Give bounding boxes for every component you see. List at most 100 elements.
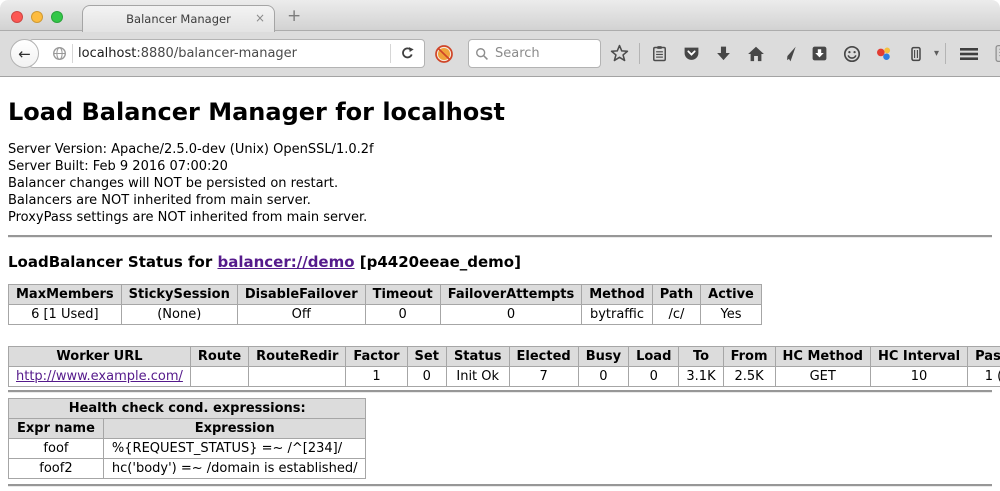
- inherit-notice-line: Balancers are NOT inherited from main se…: [8, 192, 992, 209]
- block-plugin-button[interactable]: [430, 40, 457, 67]
- balancer-settings-table: MaxMembers StickySession DisableFailover…: [8, 284, 762, 325]
- cell-elected: 7: [509, 367, 578, 387]
- download-icon: [715, 45, 732, 62]
- downloads-button[interactable]: [710, 40, 737, 67]
- search-bar[interactable]: [468, 39, 601, 68]
- send-icon: [779, 45, 797, 63]
- tab-balancer-manager[interactable]: Balancer Manager ×: [82, 5, 275, 32]
- table-header-row: Expr name Expression: [9, 419, 366, 439]
- col-failoverattempts: FailoverAttempts: [440, 285, 582, 305]
- cell-expression: %{REQUEST_STATUS} =~ /^[234]/: [103, 439, 366, 459]
- search-input[interactable]: [493, 45, 588, 62]
- worker-status-table: Worker URL Route RouteRedir Factor Set S…: [8, 346, 1000, 387]
- cell-route: [190, 367, 248, 387]
- new-tab-button[interactable]: +: [287, 6, 301, 26]
- traffic-lights: [11, 11, 63, 23]
- identity-separator: [72, 44, 73, 63]
- cell-failoverattempts: 0: [440, 305, 582, 325]
- toolbar-right-group: [944, 40, 1000, 67]
- cell-stickysession: (None): [121, 305, 237, 325]
- container-addon-button[interactable]: [902, 40, 929, 67]
- container-icon: [908, 46, 924, 62]
- overflow-caret-icon[interactable]: ▾: [934, 48, 939, 59]
- cell-passes: 1 (0): [968, 367, 1000, 387]
- persist-notice-line: Balancer changes will NOT be persisted o…: [8, 175, 992, 192]
- table-title-row: Health check cond. expressions:: [9, 399, 366, 419]
- col-expr-name: Expr name: [9, 419, 104, 439]
- navigation-toolbar: ← localhost:8880/balancer-manager: [0, 31, 1000, 77]
- balancer-status-heading: LoadBalancer Status for balancer://demo …: [8, 253, 992, 271]
- col-from: From: [723, 347, 775, 367]
- globe-icon: [52, 46, 67, 61]
- col-stickysession: StickySession: [121, 285, 237, 305]
- col-set: Set: [407, 347, 446, 367]
- status-prefix: LoadBalancer Status for: [8, 253, 212, 271]
- col-path: Path: [652, 285, 700, 305]
- pocket-button[interactable]: [678, 40, 705, 67]
- bookmark-star-button[interactable]: [606, 40, 633, 67]
- table-row: foof2 hc('body') =~ /domain is establish…: [9, 459, 366, 479]
- cell-method: bytraffic: [582, 305, 652, 325]
- cell-status: Init Ok: [446, 367, 509, 387]
- worker-url-link[interactable]: http://www.example.com/: [16, 369, 183, 384]
- back-icon: ←: [18, 45, 31, 63]
- colordots-addon-icon: [875, 45, 893, 63]
- status-badge: [p4420eeae_demo]: [360, 253, 521, 271]
- cell-routeredir: [249, 367, 346, 387]
- browser-window: Balancer Manager × + ← localhost:8880/ba…: [0, 0, 1000, 491]
- reading-list-button[interactable]: [646, 40, 673, 67]
- titlebar: Balancer Manager × +: [0, 0, 1000, 31]
- cell-expr-name: foof2: [9, 459, 104, 479]
- col-hc-method: HC Method: [775, 347, 870, 367]
- addon-download-icon: [811, 45, 828, 62]
- smiley-icon: [843, 45, 861, 63]
- close-window-button[interactable]: [11, 11, 23, 23]
- reload-button[interactable]: [396, 46, 418, 61]
- send-tab-button[interactable]: [774, 40, 801, 67]
- page-content: Load Balancer Manager for localhost Serv…: [0, 98, 1000, 487]
- addon-download-button[interactable]: [806, 40, 833, 67]
- cell-expression: hc('body') =~ /domain is established/: [103, 459, 366, 479]
- health-table-title: Health check cond. expressions:: [9, 399, 366, 419]
- cell-from: 2.5K: [723, 367, 775, 387]
- back-button[interactable]: ←: [10, 39, 39, 68]
- url-text[interactable]: localhost:8880/balancer-manager: [78, 46, 385, 61]
- minimize-window-button[interactable]: [31, 11, 43, 23]
- reload-separator: [390, 44, 391, 63]
- col-worker-url: Worker URL: [9, 347, 191, 367]
- cell-set: 0: [407, 367, 446, 387]
- menu-hamburger-button[interactable]: [955, 40, 982, 67]
- home-button[interactable]: [742, 40, 769, 67]
- server-built-line: Server Built: Feb 9 2016 07:00:20: [8, 158, 992, 175]
- cell-maxmembers: 6 [1 Used]: [9, 305, 122, 325]
- divider: [8, 235, 992, 238]
- toolbar-separator: [945, 43, 946, 64]
- smiley-addon-button[interactable]: [838, 40, 865, 67]
- page-grid-button[interactable]: [990, 40, 1000, 67]
- table-row: 6 [1 Used] (None) Off 0 0 bytraffic /c/ …: [9, 305, 762, 325]
- page-grid-icon: [994, 44, 1000, 63]
- page-title: Load Balancer Manager for localhost: [8, 98, 992, 127]
- balancer-demo-link[interactable]: balancer://demo: [217, 253, 354, 271]
- reload-icon: [400, 46, 415, 61]
- table-row: http://www.example.com/ 1 0 Init Ok 7 0 …: [9, 367, 1000, 387]
- pocket-icon: [683, 45, 700, 62]
- proxypass-notice-line: ProxyPass settings are NOT inherited fro…: [8, 209, 992, 226]
- colordots-addon-button[interactable]: [870, 40, 897, 67]
- toolbar-separator: [639, 43, 640, 64]
- col-timeout: Timeout: [365, 285, 440, 305]
- url-path: :8880/balancer-manager: [136, 46, 297, 61]
- col-routeredir: RouteRedir: [249, 347, 346, 367]
- table-header-row: MaxMembers StickySession DisableFailover…: [9, 285, 762, 305]
- col-to: To: [679, 347, 723, 367]
- cell-worker-url: http://www.example.com/: [9, 367, 191, 387]
- cell-load: 0: [629, 367, 679, 387]
- col-factor: Factor: [346, 347, 407, 367]
- url-bar[interactable]: localhost:8880/balancer-manager: [29, 39, 425, 68]
- health-check-table: Health check cond. expressions: Expr nam…: [8, 398, 366, 479]
- cell-path: /c/: [652, 305, 700, 325]
- server-info: Server Version: Apache/2.5.0-dev (Unix) …: [8, 141, 992, 226]
- table-row: foof %{REQUEST_STATUS} =~ /^[234]/: [9, 439, 366, 459]
- zoom-window-button[interactable]: [51, 11, 63, 23]
- tab-close-icon[interactable]: ×: [255, 12, 265, 24]
